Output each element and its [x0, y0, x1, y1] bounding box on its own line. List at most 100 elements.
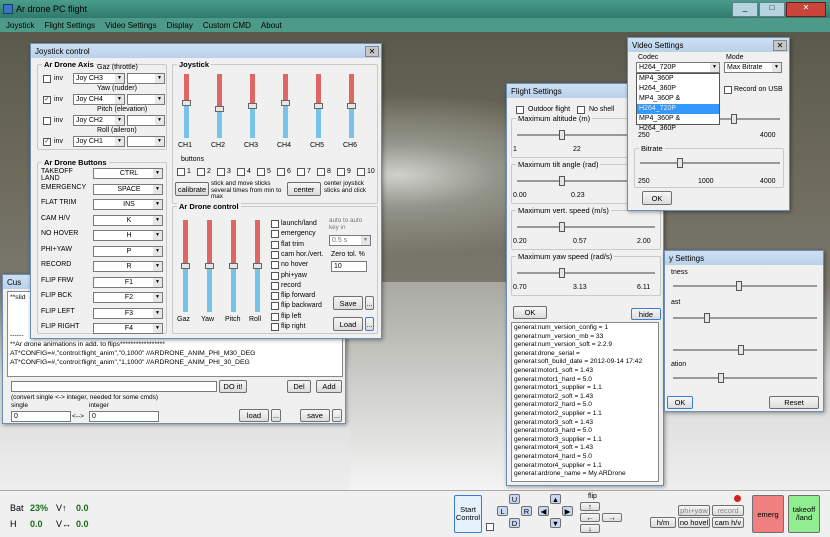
- convert-arrow[interactable]: <-->: [72, 413, 84, 420]
- axis-inv-checkbox[interactable]: [43, 75, 51, 83]
- custom-load-dots[interactable]: ...: [271, 409, 281, 422]
- menu-video-settings[interactable]: Video Settings: [105, 21, 156, 30]
- dir-left-button[interactable]: L: [497, 506, 508, 516]
- single-input[interactable]: 0: [11, 411, 71, 422]
- close-icon[interactable]: ✕: [365, 45, 379, 57]
- start-control-button[interactable]: Start Control: [454, 495, 482, 533]
- contrast-thumb[interactable]: [704, 313, 710, 323]
- vert-thumb[interactable]: [559, 222, 566, 232]
- axis-inv-checkbox[interactable]: [43, 117, 51, 125]
- del-button[interactable]: Del: [287, 380, 311, 393]
- saturation-slider[interactable]: [673, 373, 817, 383]
- menu-joystick[interactable]: Joystick: [6, 21, 34, 30]
- axis-select-secondary[interactable]: [127, 73, 165, 84]
- channel-thumb[interactable]: [347, 103, 356, 109]
- phi-yaw-button[interactable]: phi+yaw: [678, 505, 710, 516]
- right-arrow-icon[interactable]: ▶: [562, 506, 573, 516]
- auto-select[interactable]: 0.5 s: [329, 235, 371, 246]
- axis-select[interactable]: Joy CH4: [73, 94, 125, 105]
- joy-button-checkbox[interactable]: [197, 168, 205, 176]
- video-ok-button[interactable]: OK: [642, 191, 672, 205]
- channel-thumb[interactable]: [281, 99, 290, 106]
- axis-inv-checkbox[interactable]: ✓: [43, 96, 51, 104]
- video-slider-1-thumb[interactable]: [731, 114, 737, 124]
- mode-select[interactable]: Max Bitrate: [724, 62, 782, 73]
- button-key-select[interactable]: K: [93, 214, 163, 226]
- button-key-select[interactable]: F2: [93, 292, 163, 303]
- do-it-button[interactable]: DO it!: [219, 380, 247, 393]
- close-button[interactable]: ✕: [786, 1, 826, 17]
- custom-save-dots[interactable]: ...: [332, 409, 342, 422]
- tilt-thumb[interactable]: [559, 176, 566, 186]
- axis-select-secondary[interactable]: [127, 115, 165, 126]
- button-key-select[interactable]: INS: [93, 199, 163, 210]
- bitrate-slider[interactable]: [640, 158, 780, 168]
- axis-select[interactable]: Joy CH3: [73, 73, 125, 84]
- codec-option[interactable]: H264_720P: [637, 104, 719, 114]
- flip-down-button[interactable]: ↓: [580, 524, 600, 533]
- joy-button-checkbox[interactable]: [317, 168, 325, 176]
- ctrl-checkbox[interactable]: [271, 302, 279, 311]
- dir-right-button[interactable]: R: [521, 506, 532, 516]
- emergency-button[interactable]: emerg: [752, 495, 784, 533]
- axis-select[interactable]: Joy CH2: [73, 115, 125, 126]
- hue-slider[interactable]: [673, 345, 817, 355]
- integer-input[interactable]: 0: [89, 411, 159, 422]
- axis-select[interactable]: Joy CH1: [73, 136, 125, 147]
- ctrl-checkbox[interactable]: [271, 281, 279, 290]
- joy-button-checkbox[interactable]: [297, 168, 305, 176]
- joystick-save-dots[interactable]: ...: [365, 296, 374, 310]
- button-key-select[interactable]: R: [93, 261, 163, 272]
- joy-button-checkbox[interactable]: [217, 168, 225, 176]
- close-icon[interactable]: ✕: [773, 39, 787, 51]
- button-key-select[interactable]: F1: [93, 276, 163, 288]
- codec-option[interactable]: MP4_360P: [637, 74, 719, 84]
- no-hover-button[interactable]: no hovel: [678, 517, 710, 528]
- joy-button-checkbox[interactable]: [177, 168, 185, 176]
- zero-tol-input[interactable]: 10: [331, 261, 367, 272]
- record-usb-checkbox[interactable]: [724, 86, 732, 94]
- ctrl-thumb[interactable]: [181, 263, 190, 269]
- flip-up-button[interactable]: ↑: [580, 502, 600, 511]
- yaw-slider[interactable]: [517, 268, 655, 278]
- menu-display[interactable]: Display: [167, 21, 193, 30]
- brightness-thumb[interactable]: [736, 281, 742, 291]
- custom-load-button[interactable]: load: [239, 409, 269, 422]
- takeoff-land-button[interactable]: takeoff /land: [788, 495, 820, 533]
- display-reset-button[interactable]: Reset: [769, 396, 819, 409]
- ctrl-checkbox[interactable]: [271, 271, 279, 280]
- joy-button-checkbox[interactable]: [357, 168, 365, 176]
- maximize-button[interactable]: □: [759, 1, 785, 17]
- hue-thumb[interactable]: [738, 345, 744, 355]
- button-key-select[interactable]: SPACE: [93, 183, 163, 195]
- ctrl-checkbox[interactable]: [271, 312, 279, 321]
- ctrl-checkbox[interactable]: [271, 323, 279, 331]
- drone-info-list[interactable]: general:num_version_config = 1 general:nu…: [511, 322, 659, 482]
- channel-thumb[interactable]: [182, 99, 191, 106]
- ctrl-thumb[interactable]: [253, 263, 262, 269]
- joy-button-checkbox[interactable]: [257, 168, 265, 176]
- axis-select-secondary[interactable]: [127, 94, 165, 105]
- ctrl-checkbox[interactable]: [271, 230, 279, 239]
- button-key-select[interactable]: H: [93, 230, 163, 241]
- codec-option[interactable]: H264_360P: [637, 84, 719, 94]
- axis-inv-checkbox[interactable]: ✓: [43, 138, 51, 146]
- ctrl-checkbox[interactable]: [271, 292, 279, 301]
- ctrl-checkbox[interactable]: [271, 240, 279, 249]
- dir-down-button[interactable]: D: [509, 518, 520, 528]
- ctrl-checkbox[interactable]: [271, 261, 279, 270]
- button-key-select[interactable]: CTRL: [93, 168, 163, 179]
- joy-button-checkbox[interactable]: [337, 168, 345, 176]
- ctrl-thumb[interactable]: [229, 263, 238, 269]
- display-ok-button[interactable]: OK: [667, 396, 693, 409]
- vert-slider[interactable]: [517, 222, 655, 232]
- codec-select[interactable]: H264_720P: [636, 62, 720, 73]
- joy-button-checkbox[interactable]: [237, 168, 245, 176]
- channel-thumb[interactable]: [248, 103, 257, 109]
- custom-save-button[interactable]: save: [300, 409, 330, 422]
- menu-about[interactable]: About: [261, 21, 282, 30]
- hm-button[interactable]: h/m: [650, 517, 676, 528]
- center-button[interactable]: center: [287, 182, 321, 196]
- minimize-button[interactable]: _: [732, 1, 758, 17]
- codec-dropdown-list[interactable]: MP4_360PH264_360PMP4_360P & H264_720PH26…: [636, 73, 720, 132]
